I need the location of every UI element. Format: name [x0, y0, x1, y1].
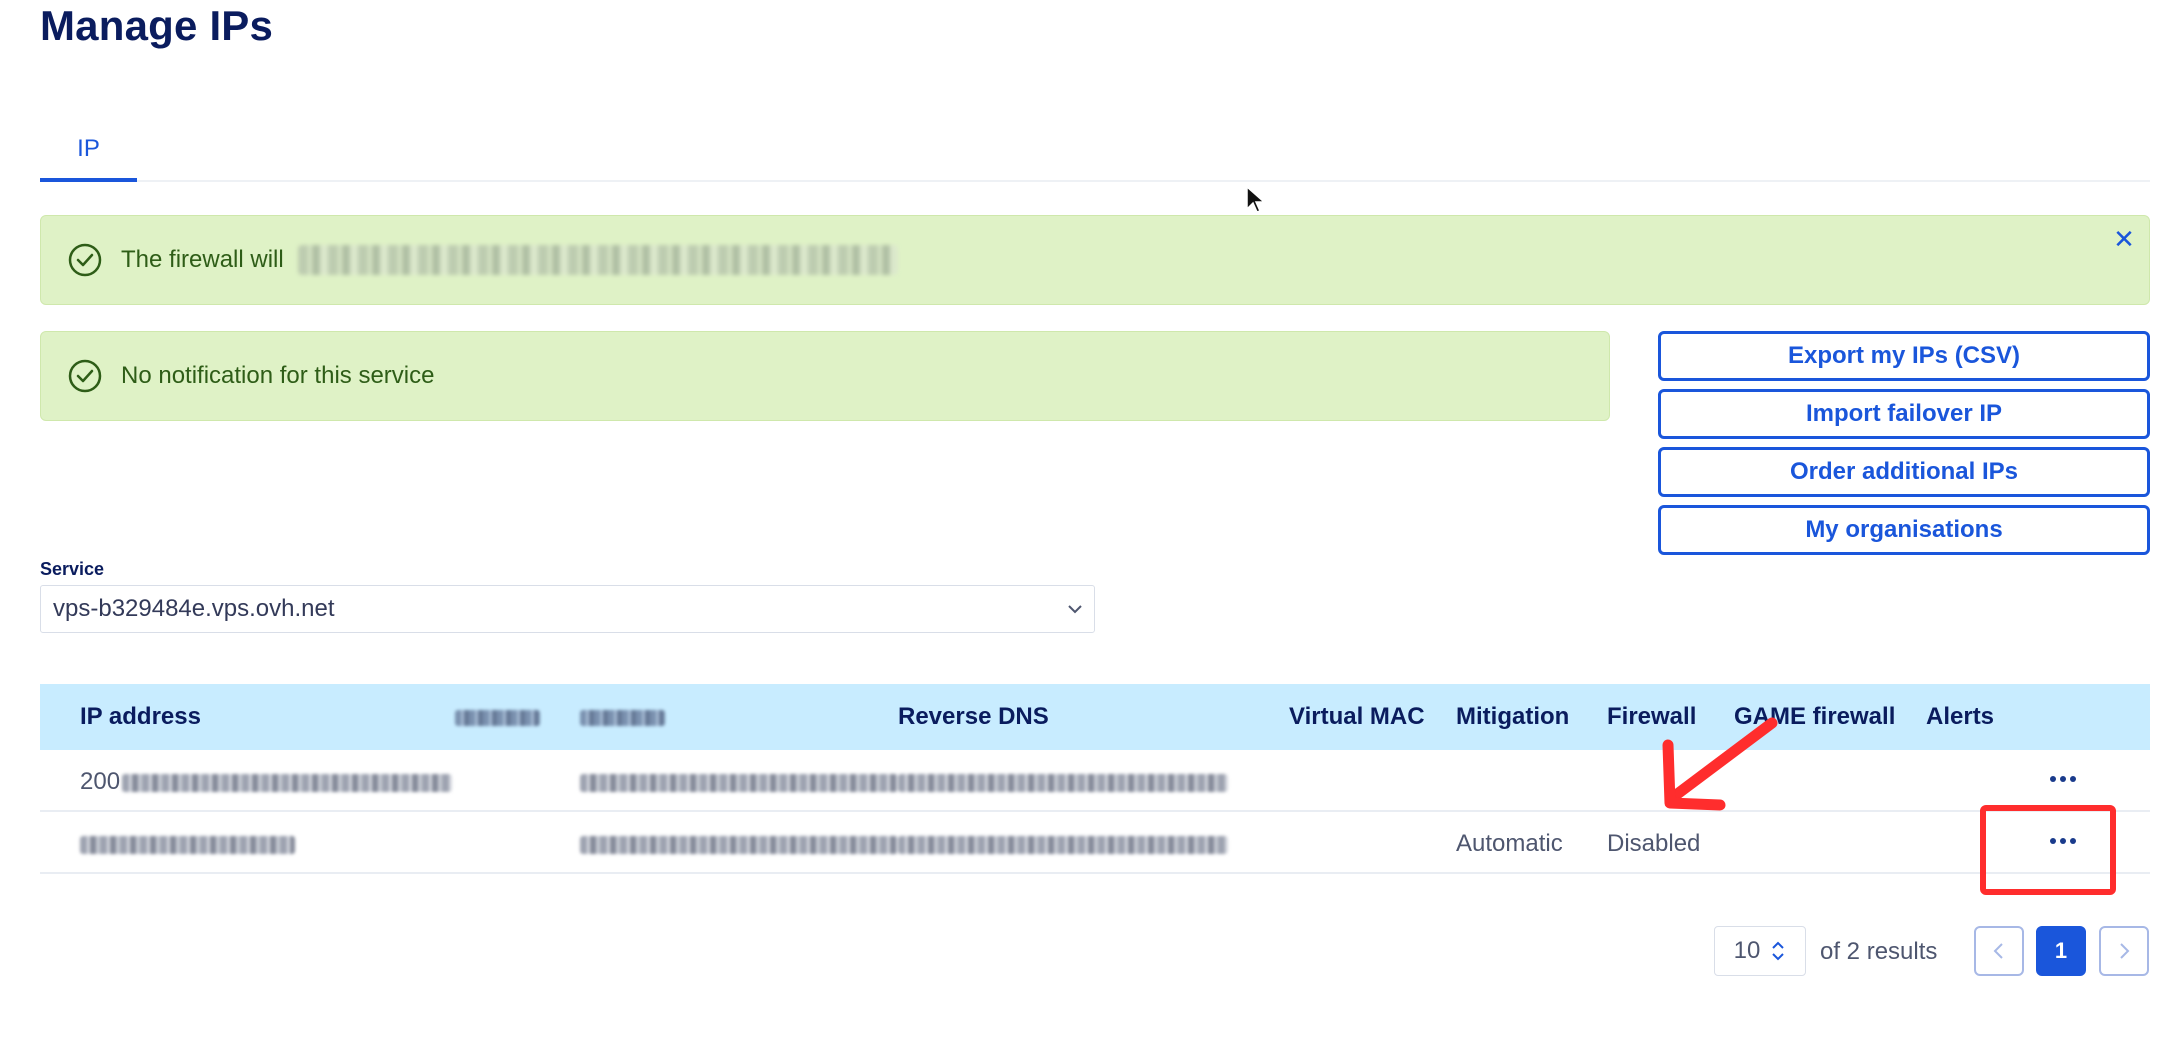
table-row: 200: [40, 750, 2150, 812]
tab-bar: IP: [40, 120, 2150, 182]
red-arrow-annotation-icon: [1662, 717, 1778, 811]
chevron-down-icon: [1068, 605, 1082, 614]
redacted-reverse-dns: [898, 836, 1228, 854]
mouse-cursor-icon: [1246, 185, 1266, 213]
redacted-cell: [580, 774, 898, 792]
check-circle-icon: [68, 243, 102, 277]
notification-alert: No notification for this service: [40, 331, 1610, 421]
service-select-value: vps-b329484e.vps.ovh.net: [53, 595, 335, 622]
red-highlight-box: [1980, 805, 2116, 895]
table-header: IP address Reverse DNS Virtual MAC Mitig…: [40, 684, 2150, 750]
page-1-button[interactable]: 1: [2036, 926, 2086, 976]
chevron-left-icon: [1993, 943, 2003, 959]
redacted-reverse-dns: [898, 774, 1228, 792]
close-icon[interactable]: ✕: [2109, 224, 2139, 254]
table-row: Automatic Disabled: [40, 812, 2150, 874]
firewall-alert: The firewall will ✕: [40, 215, 2150, 305]
page-size-select[interactable]: 10: [1714, 926, 1806, 976]
redacted-ip: [80, 836, 295, 854]
chevron-right-icon: [2120, 943, 2130, 959]
header-reverse-dns[interactable]: Reverse DNS: [898, 703, 1049, 731]
redacted-header: [580, 710, 665, 726]
page-size-value: 10: [1733, 937, 1761, 964]
tab-ip[interactable]: IP: [40, 120, 137, 182]
export-ips-csv-button[interactable]: Export my IPs (CSV): [1658, 331, 2150, 381]
firewall-cell: Disabled: [1607, 830, 1701, 857]
header-virtual-mac[interactable]: Virtual MAC: [1289, 703, 1425, 731]
redacted-text: [297, 245, 898, 275]
page-title: Manage IPs: [40, 2, 274, 49]
mitigation-cell: Automatic: [1456, 830, 1563, 857]
notification-alert-text: No notification for this service: [121, 362, 435, 389]
updown-chevron-icon: [1772, 941, 1785, 961]
ip-address-cell: 200: [80, 768, 121, 795]
header-mitigation[interactable]: Mitigation: [1456, 703, 1569, 731]
redacted-cell: [580, 836, 898, 854]
my-organisations-button[interactable]: My organisations: [1658, 505, 2150, 555]
header-ip-address[interactable]: IP address: [80, 703, 201, 731]
service-label: Service: [40, 559, 105, 579]
results-count: of 2 results: [1820, 938, 1938, 965]
redacted-header: [455, 710, 540, 726]
check-circle-icon: [68, 359, 102, 393]
more-actions-icon[interactable]: [2050, 776, 2080, 786]
next-page-button[interactable]: [2099, 926, 2149, 976]
import-failover-ip-button[interactable]: Import failover IP: [1658, 389, 2150, 439]
action-buttons: Export my IPs (CSV) Import failover IP O…: [1658, 331, 2150, 563]
service-select[interactable]: vps-b329484e.vps.ovh.net: [40, 585, 1095, 633]
header-alerts[interactable]: Alerts: [1926, 703, 1994, 731]
redacted-ip: [122, 774, 452, 792]
firewall-alert-text: The firewall will: [121, 246, 284, 273]
previous-page-button[interactable]: [1974, 926, 2024, 976]
order-additional-ips-button[interactable]: Order additional IPs: [1658, 447, 2150, 497]
ip-table: IP address Reverse DNS Virtual MAC Mitig…: [40, 684, 2150, 874]
